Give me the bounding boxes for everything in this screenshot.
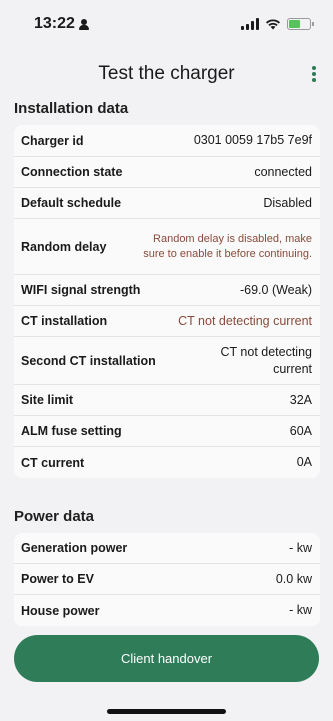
home-indicator[interactable]	[107, 709, 226, 714]
client-handover-label: Client handover	[120, 651, 213, 666]
person-icon	[78, 18, 89, 30]
row-wifi-signal: WIFI signal strength -69.0 (Weak)	[14, 275, 320, 306]
client-handover-button[interactable]: Client handover	[14, 635, 319, 682]
row-value: - kw	[289, 540, 312, 555]
row-value-warning: Random delay is disabled, make sure to e…	[143, 232, 312, 260]
row-label: Second CT installation	[21, 353, 156, 368]
row-label: Charger id	[21, 133, 84, 148]
row-random-delay: Random delay Random delay is disabled, m…	[14, 219, 320, 275]
battery-charging-icon	[287, 18, 314, 30]
row-connection-state: Connection state connected	[14, 157, 320, 188]
more-vertical-icon[interactable]	[311, 66, 317, 82]
row-label: Site limit	[21, 393, 74, 407]
row-value: 32A	[289, 392, 312, 407]
row-value: 0301 0059 17b5 7e9f	[193, 133, 312, 148]
power-section-title: Power data	[14, 508, 95, 525]
row-site-limit: Site limit 32A	[14, 385, 320, 416]
clock-text: 13:22	[34, 15, 75, 32]
row-second-ct-installation: Second CT installation CT not detecting …	[14, 337, 320, 385]
row-label: Power to EV	[21, 572, 94, 586]
power-data-card: Generation power - kw Power to EV 0.0 kw…	[14, 533, 320, 626]
row-ct-installation: CT installation CT not detecting current	[14, 306, 320, 337]
row-value: Disabled	[263, 195, 312, 210]
row-label: CT installation	[21, 314, 108, 328]
row-value: 0.0 kw	[275, 571, 312, 586]
row-power-to-ev: Power to EV 0.0 kw	[14, 564, 320, 595]
app-header: Test the charger	[0, 56, 333, 92]
cellular-signal-icon	[241, 18, 259, 30]
row-value: connected	[254, 164, 312, 179]
row-label: Default schedule	[21, 196, 122, 210]
status-time: 13:22	[34, 15, 89, 33]
row-value: - kw	[289, 603, 312, 618]
row-value: 0A	[296, 455, 312, 470]
installation-data-card: Charger id 0301 0059 17b5 7e9f Connectio…	[14, 125, 320, 478]
row-label: Random delay	[21, 239, 107, 254]
row-value: CT not detecting current	[220, 344, 313, 376]
row-value: -69.0 (Weak)	[239, 282, 312, 297]
row-label: House power	[21, 603, 100, 618]
page-title: Test the charger	[98, 63, 235, 84]
status-indicators	[241, 18, 314, 30]
row-ct-current: CT current 0A	[14, 447, 320, 478]
row-value-warning: CT not detecting current	[178, 313, 312, 328]
row-house-power: House power - kw	[14, 595, 320, 626]
row-label: WIFI signal strength	[21, 283, 141, 297]
row-alm-fuse-setting: ALM fuse setting 60A	[14, 416, 320, 447]
wifi-icon	[266, 19, 280, 30]
row-value: 60A	[289, 423, 312, 438]
row-generation-power: Generation power - kw	[14, 533, 320, 564]
row-label: CT current	[21, 455, 85, 470]
row-charger-id: Charger id 0301 0059 17b5 7e9f	[14, 125, 320, 157]
row-label: Generation power	[21, 541, 128, 555]
row-label: Connection state	[21, 165, 123, 179]
status-bar: 13:22	[0, 0, 333, 48]
installation-section-title: Installation data	[14, 100, 129, 117]
row-label: ALM fuse setting	[21, 424, 122, 438]
row-default-schedule: Default schedule Disabled	[14, 188, 320, 219]
